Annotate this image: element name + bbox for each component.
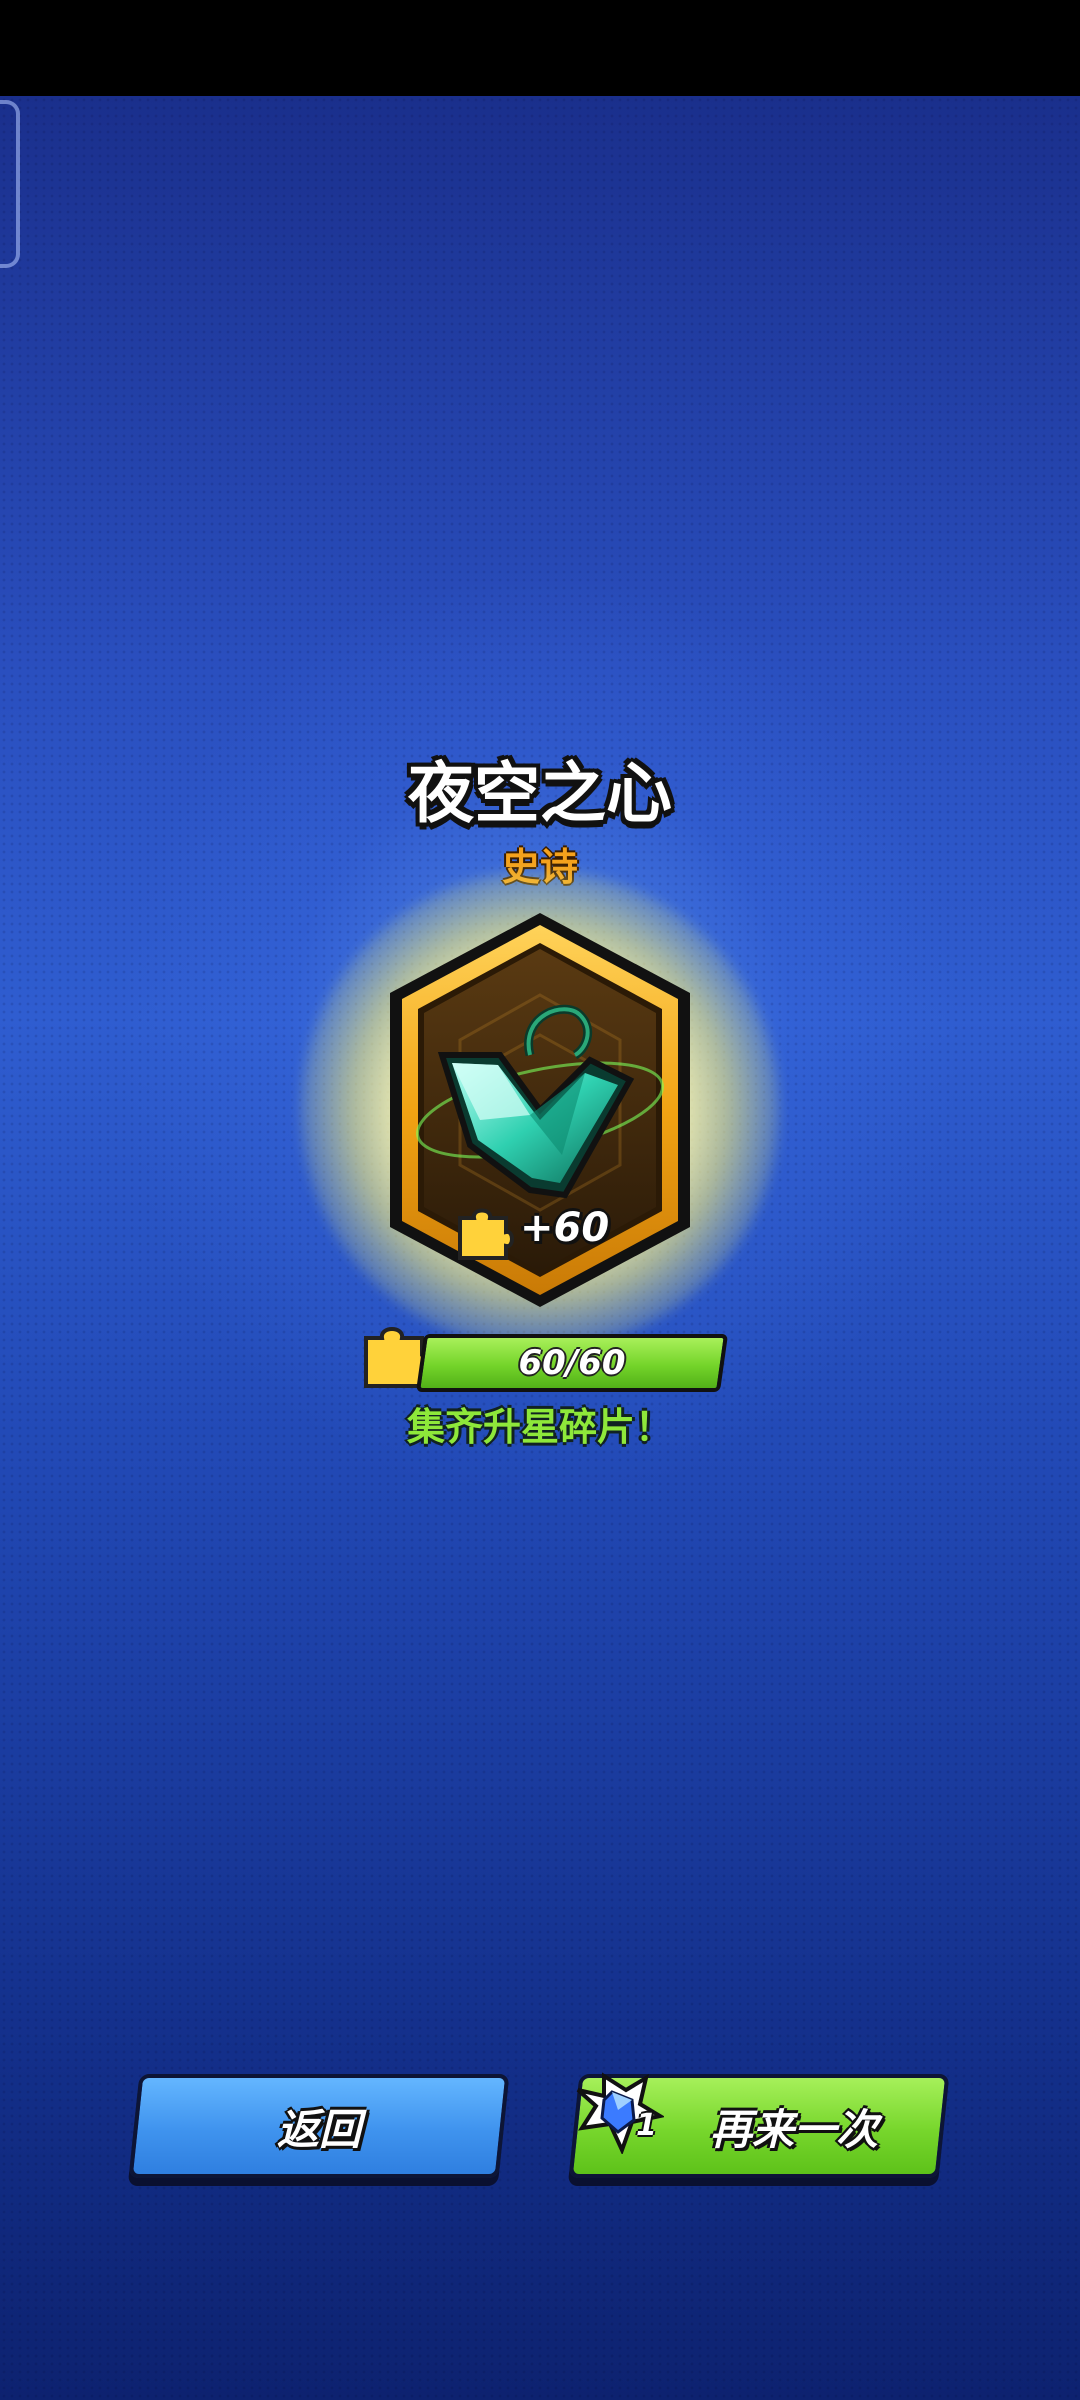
shard-progress-text: 60/60	[518, 1343, 626, 1383]
status-bar	[0, 0, 1080, 96]
item-card-frame	[390, 913, 690, 1307]
shard-gain-label: +60	[520, 1205, 610, 1251]
puzzle-piece-icon	[458, 1208, 514, 1260]
collect-message: 集齐升星碎片！	[406, 1405, 673, 1449]
draw-again-cost: 1	[636, 2108, 657, 2143]
shard-progress-bar: 60/60	[415, 1334, 729, 1392]
item-card	[380, 905, 700, 1315]
back-button-label: 返回	[276, 2104, 361, 2154]
game-screen: 夜空之心 史诗 +60 60/60 集齐升星碎片！ 返回 再来一次 1	[0, 0, 1080, 2400]
back-button[interactable]: 返回	[128, 2074, 510, 2178]
corner-frame-decoration	[0, 100, 20, 268]
draw-again-label: 再来一次	[709, 2104, 878, 2154]
item-name: 夜空之心	[408, 755, 672, 832]
